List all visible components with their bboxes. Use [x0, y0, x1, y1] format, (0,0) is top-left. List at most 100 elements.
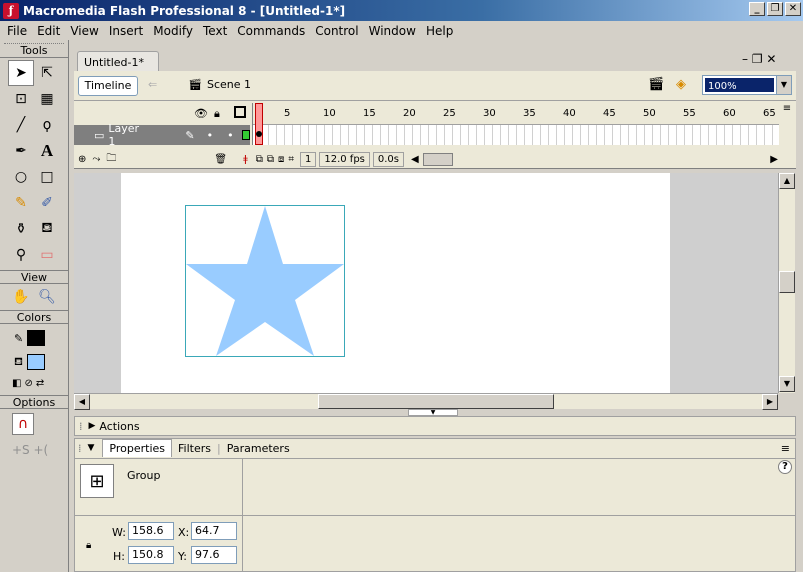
oval-tool-icon[interactable]: ○: [8, 164, 34, 190]
zoom-tool-icon[interactable]: 🔍︎: [34, 284, 60, 310]
menu-commands[interactable]: Commands: [232, 24, 310, 38]
chevron-down-icon[interactable]: ▼: [776, 76, 791, 94]
modify-onion-markers-icon[interactable]: ⌗: [288, 154, 294, 165]
document-tab[interactable]: Untitled-1*: [77, 51, 159, 71]
timeline-scroll-thumb[interactable]: [422, 152, 453, 166]
eye-icon[interactable]: 👁︎: [194, 107, 208, 120]
scroll-left-icon[interactable]: ◀: [74, 394, 90, 410]
vertical-scroll-thumb[interactable]: [779, 271, 795, 293]
frame-cells[interactable]: [253, 125, 779, 145]
pen-tool-icon[interactable]: ✒: [8, 138, 34, 164]
stage-vertical-scrollbar[interactable]: ▲ ▼: [778, 173, 795, 393]
tab-filters[interactable]: Filters: [172, 440, 217, 457]
center-frame-icon[interactable]: ǂ: [243, 154, 248, 165]
panel-grip[interactable]: ⁞: [79, 420, 83, 433]
insert-layer-icon[interactable]: ⊕: [78, 154, 86, 165]
menu-view[interactable]: View: [65, 24, 103, 38]
straighten-icon[interactable]: +(: [34, 443, 49, 457]
minimize-button[interactable]: _: [749, 2, 765, 16]
onion-skin-outlines-icon[interactable]: ⧉: [267, 154, 274, 165]
back-arrow-icon[interactable]: ⇐: [148, 78, 157, 91]
paint-bucket-tool-icon[interactable]: ⛾: [34, 216, 60, 242]
edit-scene-icon[interactable]: 🎬︎: [648, 77, 665, 92]
menu-control[interactable]: Control: [310, 24, 363, 38]
frame-rate[interactable]: 12.0 fps: [319, 151, 370, 167]
menu-modify[interactable]: Modify: [148, 24, 198, 38]
timeline-button[interactable]: Timeline: [78, 76, 138, 96]
lock-icon[interactable]: 🔒︎: [214, 107, 220, 121]
pencil-tool-icon[interactable]: ✎: [8, 190, 34, 216]
star-shape[interactable]: [186, 206, 344, 356]
rectangle-tool-icon[interactable]: □: [34, 164, 60, 190]
gradient-transform-tool-icon[interactable]: ▦: [34, 86, 60, 112]
star-group[interactable]: [185, 205, 345, 357]
insert-folder-icon[interactable]: 🗀︎: [106, 151, 116, 168]
visible-dot-icon[interactable]: •: [207, 129, 214, 142]
collapse-arrow-icon[interactable]: ▼: [88, 443, 95, 453]
menu-insert[interactable]: Insert: [104, 24, 148, 38]
panel-options-icon[interactable]: ≡: [781, 442, 790, 455]
scene-breadcrumb[interactable]: 🎬︎ Scene 1: [188, 78, 251, 91]
delete-layer-icon[interactable]: 🗑︎: [214, 154, 227, 165]
onion-skin-icon[interactable]: ⧉: [256, 154, 263, 165]
eyedropper-tool-icon[interactable]: ⚲: [8, 242, 34, 268]
restore-button[interactable]: ❐: [767, 2, 783, 16]
scroll-up-icon[interactable]: ▲: [779, 173, 795, 189]
fill-color-swatch[interactable]: [27, 354, 45, 370]
stage-horizontal-scrollbar[interactable]: ◀ ▶: [74, 393, 778, 410]
expand-arrow-icon[interactable]: ▶: [89, 421, 96, 431]
stroke-color-swatch[interactable]: [27, 330, 46, 346]
frame-grid[interactable]: 1 5 10 15 20 25 30 35 40 45 50 55 60 65: [252, 103, 779, 145]
lock-proportions-icon[interactable]: 🔒︎: [86, 540, 91, 551]
width-field[interactable]: 158.6: [128, 522, 174, 540]
black-white-icon[interactable]: ◧: [12, 378, 21, 389]
panel-grip[interactable]: ⁞: [78, 442, 82, 455]
menu-help[interactable]: Help: [421, 24, 458, 38]
lasso-tool-icon[interactable]: ϙ: [34, 112, 60, 138]
playhead[interactable]: [255, 103, 263, 145]
y-field[interactable]: 97.6: [191, 546, 237, 564]
swap-colors-icon[interactable]: ⇄: [36, 378, 44, 389]
menu-file[interactable]: File: [2, 24, 32, 38]
menu-edit[interactable]: Edit: [32, 24, 65, 38]
keyframe-dot[interactable]: [256, 131, 262, 137]
scroll-right-icon[interactable]: ▶: [762, 394, 778, 410]
ink-bottle-tool-icon[interactable]: ⚱: [8, 216, 34, 242]
tab-parameters[interactable]: Parameters: [221, 440, 296, 457]
outline-icon[interactable]: [234, 106, 246, 118]
menu-window[interactable]: Window: [364, 24, 421, 38]
edit-symbols-icon[interactable]: ◈: [676, 77, 686, 92]
horizontal-scroll-thumb[interactable]: [318, 394, 554, 409]
zoom-select[interactable]: 100% ▼: [702, 75, 792, 95]
snap-to-objects-icon[interactable]: ∩: [12, 413, 34, 435]
edit-multiple-frames-icon[interactable]: ⧈: [278, 154, 284, 165]
eraser-tool-icon[interactable]: ▭: [34, 242, 60, 268]
lock-dot-icon[interactable]: •: [227, 129, 234, 142]
smooth-icon[interactable]: +S: [12, 443, 30, 457]
close-button[interactable]: ✕: [785, 2, 801, 16]
scroll-left-icon[interactable]: ◀: [411, 154, 419, 165]
tab-properties[interactable]: Properties: [102, 439, 173, 457]
subselection-tool-icon[interactable]: ⇱: [34, 60, 60, 86]
actions-panel-header[interactable]: ⁞ ▶ Actions: [74, 416, 796, 436]
height-field[interactable]: 150.8: [128, 546, 174, 564]
free-transform-tool-icon[interactable]: ⊡: [8, 86, 34, 112]
timeline-menu-icon[interactable]: ≡: [778, 103, 796, 147]
brush-tool-icon[interactable]: ✐: [34, 190, 60, 216]
scroll-down-icon[interactable]: ▼: [779, 376, 795, 392]
layer-row[interactable]: ▭ Layer 1 ✎ • •: [74, 122, 250, 148]
scroll-right-icon[interactable]: ▶: [770, 154, 778, 165]
help-icon[interactable]: ?: [778, 460, 792, 474]
selection-tool-icon[interactable]: ➤: [8, 60, 34, 86]
hand-tool-icon[interactable]: ✋: [8, 284, 34, 310]
x-field[interactable]: 64.7: [191, 522, 237, 540]
line-tool-icon[interactable]: ╱: [8, 112, 34, 138]
doc-minimize-icon[interactable]: –: [742, 52, 748, 66]
text-tool-icon[interactable]: A: [34, 138, 60, 164]
outline-color-swatch[interactable]: [241, 130, 250, 140]
menu-text[interactable]: Text: [198, 24, 232, 38]
doc-close-icon[interactable]: ✕: [766, 52, 776, 66]
add-motion-guide-icon[interactable]: ⤳: [92, 154, 100, 165]
no-color-icon[interactable]: ⊘: [24, 378, 32, 389]
panel-collapse-handle[interactable]: ▼: [408, 409, 458, 416]
